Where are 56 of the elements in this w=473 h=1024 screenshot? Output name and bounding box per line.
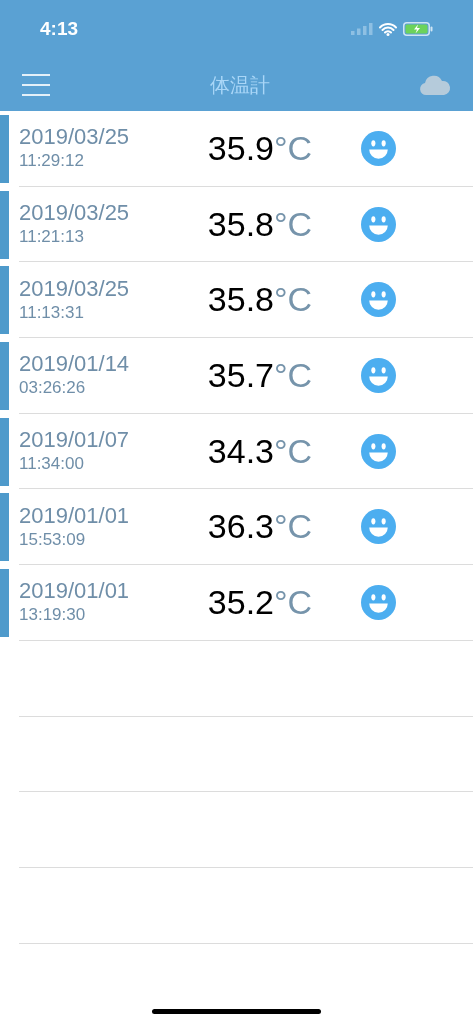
status-time: 4:13 [40,16,79,41]
row-marker [0,115,9,183]
smiley-icon [361,130,396,166]
temperature-value: 35.2 [207,581,274,623]
smiley-icon [361,357,396,393]
record-row[interactable]: 2019/03/25 11:29:12 35.9°C [19,111,473,187]
temperature-unit: °C [274,430,313,472]
smiley-icon [361,584,396,620]
temperature-unit: °C [274,354,313,396]
record-row[interactable]: 2019/01/07 11:34:00 34.3°C [19,413,473,490]
row-marker [0,493,9,562]
temperature-value: 36.3 [207,506,274,548]
record-date: 2019/01/01 [19,578,131,605]
temperature-unit: °C [274,581,313,623]
record-date: 2019/01/14 [19,351,131,378]
record-date: 2019/03/25 [19,124,131,151]
nav-title: 体温計 [209,72,270,98]
record-time: 13:19:30 [19,604,87,627]
row-marker [0,342,9,411]
row-marker [0,417,9,486]
wifi-icon [379,22,397,36]
temperature-unit: °C [274,127,313,169]
record-time: 11:34:00 [19,453,85,476]
menu-button[interactable] [22,73,50,96]
record-date: 2019/01/01 [19,502,131,529]
smiley-icon [361,433,396,469]
smiley-icon [361,282,396,318]
temperature-value: 35.9 [207,127,274,169]
record-row[interactable]: 2019/01/01 15:53:09 36.3°C [19,489,473,566]
record-row[interactable]: 2019/03/25 11:21:13 35.8°C [19,186,473,263]
record-time: 11:29:12 [19,150,85,173]
temperature-value: 35.7 [207,354,274,396]
temperature-unit: °C [274,279,313,321]
temperature-unit: °C [274,203,313,245]
signal-icon [351,23,373,35]
cloud-icon[interactable] [419,74,451,95]
record-date: 2019/03/25 [19,200,131,227]
record-row[interactable]: 2019/01/14 03:26:26 35.7°C [19,338,473,414]
temperature-unit: °C [274,506,313,548]
temperature-value: 34.3 [207,430,274,472]
battery-icon [403,22,433,36]
record-time: 11:13:31 [19,301,85,324]
row-marker [0,266,9,335]
record-time: 15:53:09 [19,528,87,551]
temperature-value: 35.8 [207,203,274,245]
row-marker [0,190,9,259]
record-date: 2019/01/07 [19,427,131,454]
smiley-icon [361,206,396,242]
record-row[interactable]: 2019/03/25 11:13:31 35.8°C [19,262,473,339]
row-marker [0,569,9,638]
record-row[interactable]: 2019/01/01 13:19:30 35.2°C [19,565,473,641]
record-time: 11:21:13 [19,226,85,249]
record-time: 03:26:26 [19,377,87,400]
smiley-icon [361,509,396,545]
temperature-value: 35.8 [207,279,274,321]
record-date: 2019/03/25 [19,275,131,302]
